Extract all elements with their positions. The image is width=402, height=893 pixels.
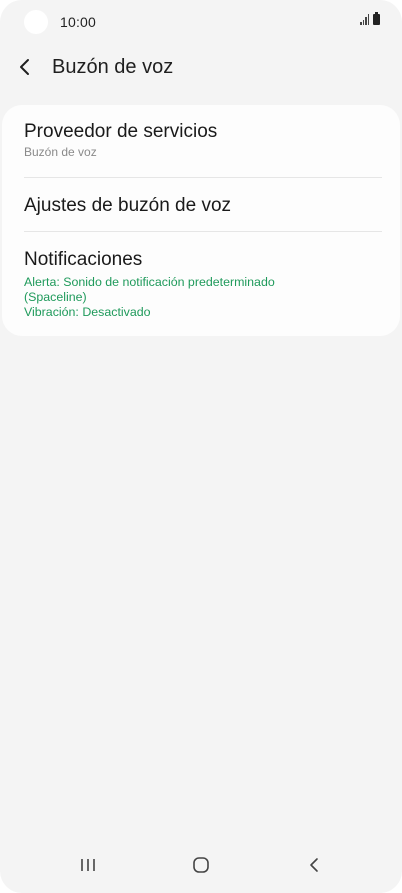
notification-alert-line-cont: (Spaceline) [24, 290, 87, 304]
phone-screen: 10:00 Buzón de voz Proveedor de servicio… [0, 0, 402, 893]
notification-vibration-line: Vibración: Desactivado [24, 305, 151, 319]
navigation-bar [0, 835, 402, 893]
app-header: Buzón de voz [0, 52, 402, 82]
recents-button[interactable] [68, 853, 108, 877]
divider [24, 177, 382, 178]
camera-cutout [24, 10, 48, 34]
back-icon [310, 858, 318, 872]
item-title: Ajustes de buzón de voz [24, 195, 232, 216]
status-bar: 10:00 [0, 0, 402, 46]
chevron-left-icon [20, 59, 29, 75]
list-item-ajustes[interactable]: Ajustes de buzón de voz [24, 195, 378, 217]
battery-icon [373, 12, 380, 25]
item-title: Proveedor de servicios [24, 121, 218, 142]
divider [24, 231, 382, 232]
nav-back-button[interactable] [294, 853, 334, 877]
page-title: Buzón de voz [52, 55, 174, 78]
signal-icon [360, 14, 369, 25]
item-title: Notificaciones [24, 249, 143, 270]
settings-card: Proveedor de servicios Buzón de voz Ajus… [2, 105, 400, 336]
list-item-proveedor[interactable]: Proveedor de servicios Buzón de voz [24, 121, 378, 160]
home-icon [193, 857, 209, 873]
notification-alert-line: Alerta: Sonido de notificación predeterm… [24, 275, 275, 289]
status-time: 10:00 [60, 14, 97, 30]
list-item-notificaciones[interactable]: Notificaciones Alerta: Sonido de notific… [24, 249, 378, 320]
item-subtitle: Buzón de voz [24, 145, 97, 159]
recents-icon [81, 859, 95, 871]
status-icons [360, 12, 380, 25]
home-button[interactable] [181, 853, 221, 877]
